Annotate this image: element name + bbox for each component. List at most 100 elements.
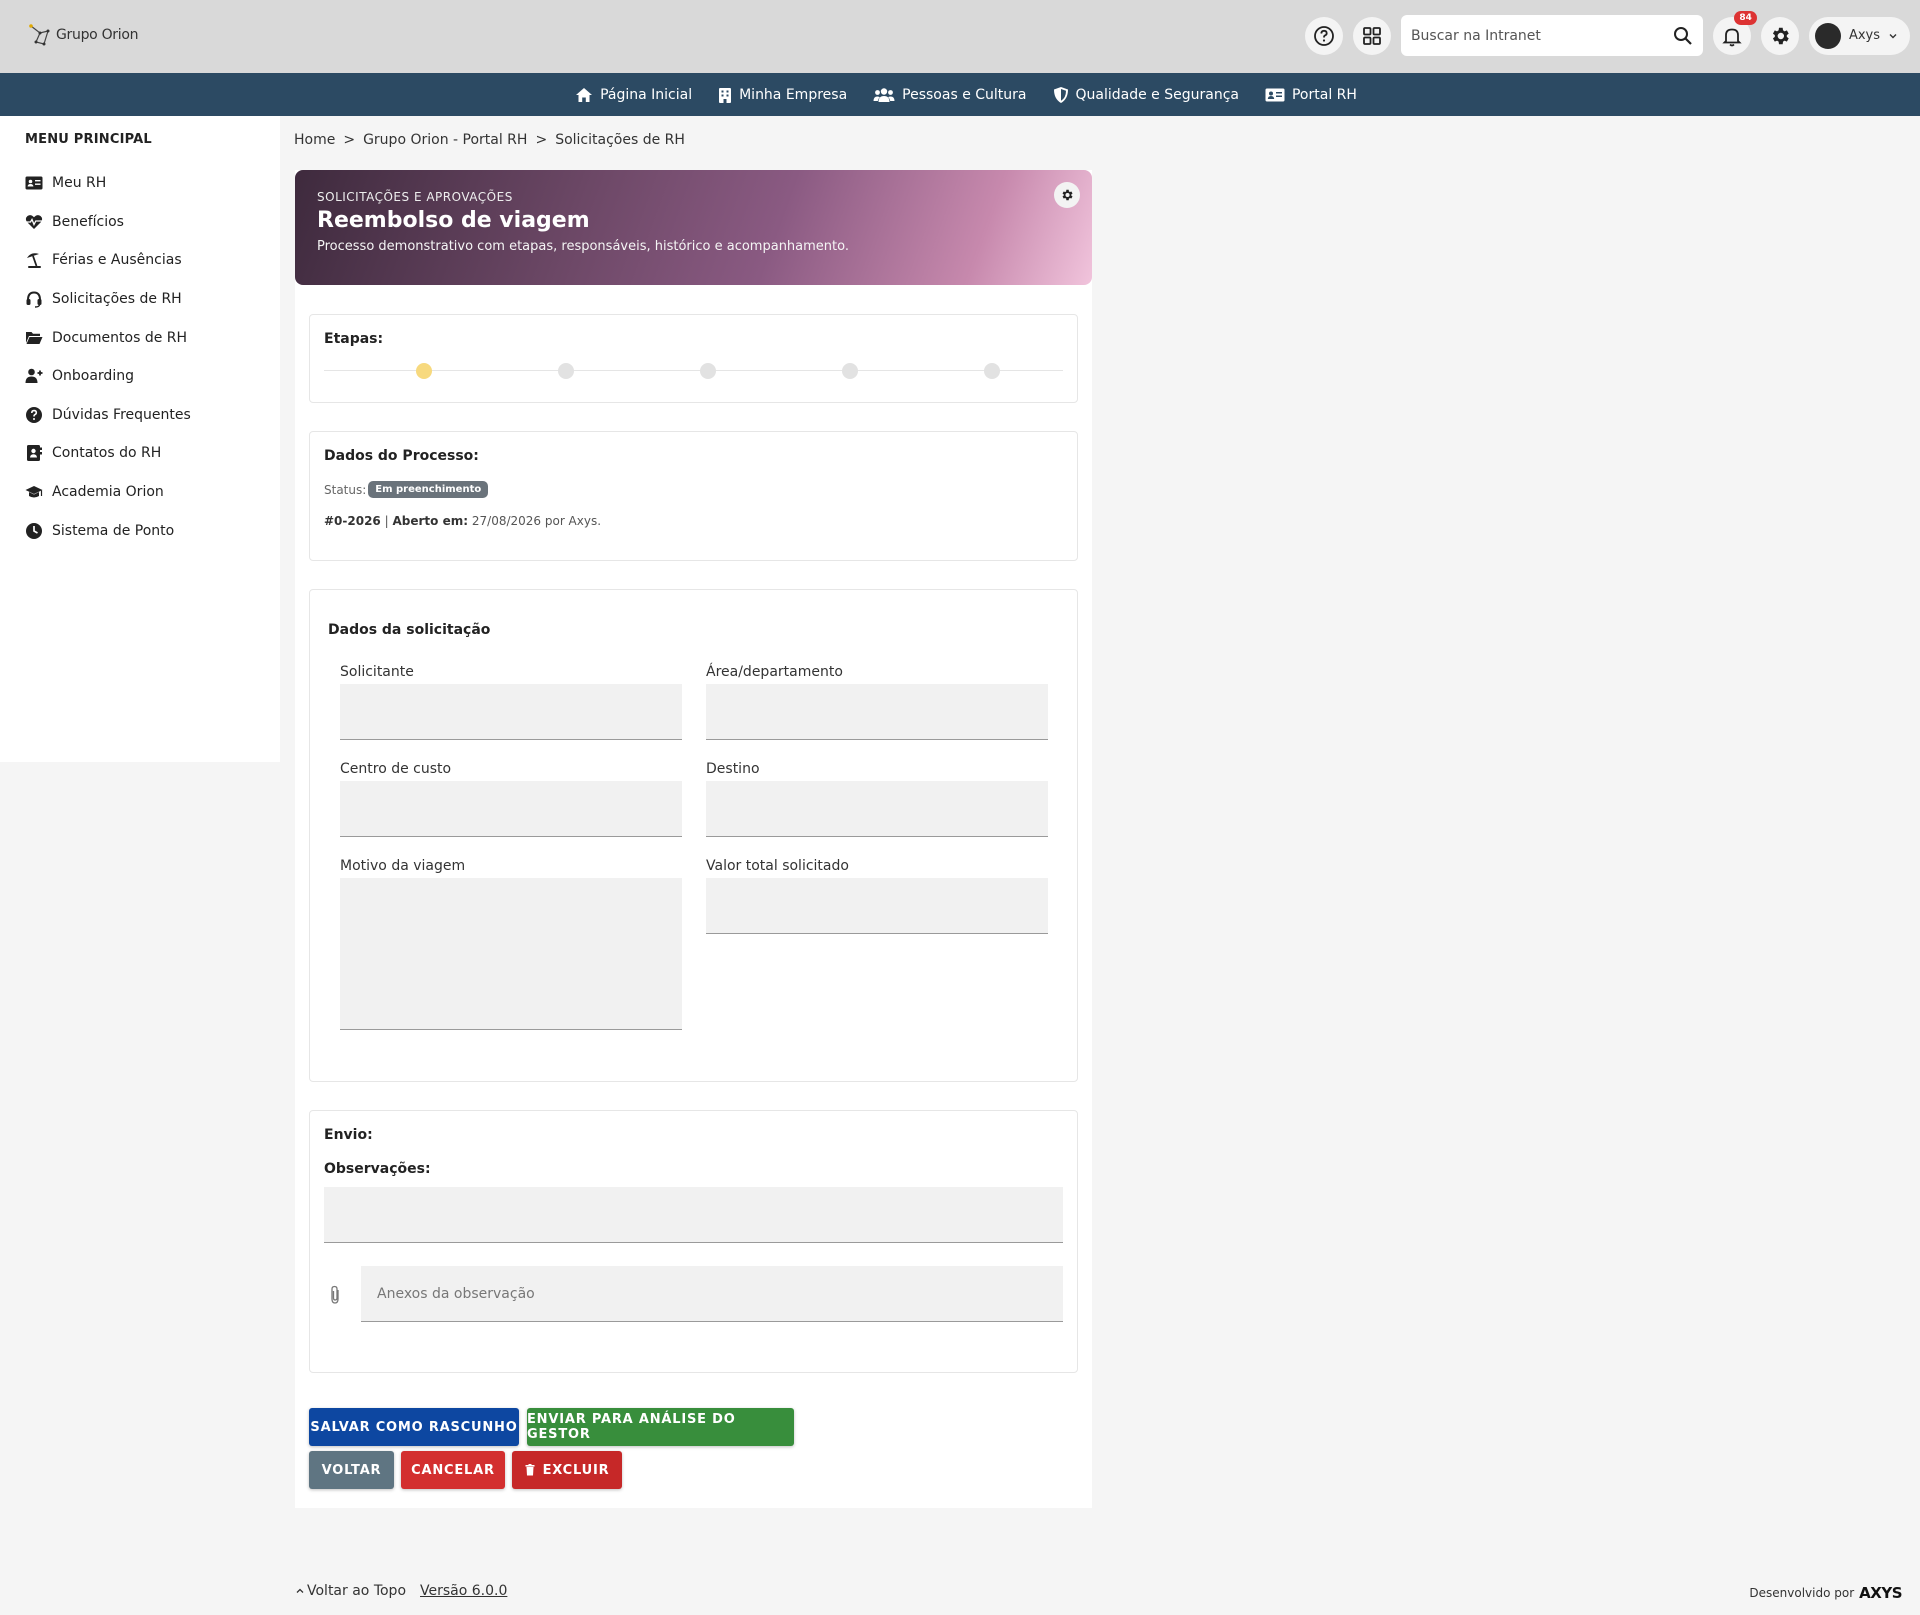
settings-button[interactable] [1760,16,1799,55]
process-id: #0-2026 [324,514,381,528]
search-input[interactable] [1410,27,1651,44]
solicitante-field[interactable] [340,684,682,740]
attachment-field[interactable]: Anexos da observação [361,1266,1063,1322]
status-label: Status: [324,482,367,497]
sidebar-item-contatos[interactable]: Contatos do RH [25,434,280,473]
developer-logo[interactable]: AXYS [1859,1584,1902,1602]
help-button[interactable] [1304,16,1343,55]
nav-item-home[interactable]: Página Inicial [575,87,692,103]
area-field[interactable] [706,684,1048,740]
sidebar-item-meu-rh[interactable]: Meu RH [25,164,280,203]
gear-icon [1062,189,1073,201]
sidebar-item-ferias[interactable]: Férias e Ausências [25,241,280,280]
nav-item-label: Pessoas e Cultura [902,86,1027,103]
submission-card: Envio: Observações: Anexos da observação [309,1110,1078,1373]
opened-label: Aberto em: [392,514,469,528]
sidebar-item-label: Onboarding [52,368,134,385]
breadcrumb-item-home[interactable]: Home [294,132,335,148]
footer: Voltar ao Topo Versão 6.0.0 [296,1583,507,1599]
sidebar-item-beneficios[interactable]: Benefícios [25,203,280,242]
save-draft-button[interactable]: SALVAR COMO RASCUNHO [309,1408,519,1446]
valor-label: Valor total solicitado [706,858,849,874]
chevron-down-icon [1889,33,1897,38]
breadcrumb-item-portal[interactable]: Grupo Orion - Portal RH [363,132,527,148]
paperclip-icon[interactable] [328,1285,342,1305]
breadcrumb-separator: > [535,132,548,148]
search-icon[interactable] [1673,26,1693,46]
sidebar-item-label: Solicitações de RH [52,291,182,308]
breadcrumb-item-current: Solicitações de RH [555,132,685,148]
hero-settings-button[interactable] [1054,182,1080,208]
sidebar-item-label: Meu RH [52,175,107,192]
sidebar-title: MENU PRINCIPAL [25,132,152,147]
meta-separator: | [384,514,389,528]
send-to-manager-button[interactable]: ENVIAR PARA ANÁLISE DO GESTOR [527,1408,794,1446]
nav-item-label: Minha Empresa [739,86,848,103]
sidebar-item-duvidas[interactable]: Dúvidas Frequentes [25,396,280,435]
apps-button[interactable] [1352,16,1391,55]
process-meta: #0-2026 | Aberto em: 27/08/2026 por Axys… [324,514,601,528]
process-data-title: Dados do Processo: [324,448,479,464]
observacoes-field[interactable] [324,1187,1063,1243]
logo-text: Grupo Orion [56,27,139,43]
cancel-button[interactable]: CANCELAR [401,1451,505,1489]
nav-item-company[interactable]: Minha Empresa [718,87,847,103]
solicitante-label: Solicitante [340,664,414,680]
observacoes-label: Observações: [324,1161,431,1177]
main-panel: SOLICITAÇÕES E APROVAÇÕES Reembolso de v… [295,170,1092,1508]
folder-open-icon [26,331,43,344]
nav-item-quality-safety[interactable]: Qualidade e Segurança [1053,86,1239,104]
destino-field[interactable] [706,781,1048,837]
home-icon [576,87,593,102]
status-badge: Em preenchimento [368,481,489,498]
sidebar-item-onboarding[interactable]: Onboarding [25,357,280,396]
company-logo[interactable]: Grupo Orion [28,22,138,48]
notification-count-badge: 84 [1734,10,1757,25]
delete-button[interactable]: EXCLUIR [512,1451,622,1489]
status-row: Status: Em preenchimento [324,481,489,498]
user-name: Axys [1848,28,1880,43]
page-title: Reembolso de viagem [317,208,590,233]
destino-label: Destino [706,761,760,777]
request-form-card: Dados da solicitação Solicitante Área/de… [309,589,1078,1082]
sidebar-item-label: Férias e Ausências [52,252,182,269]
clock-icon [26,522,42,539]
user-menu-button[interactable]: Axys [1808,16,1910,55]
id-card-icon [25,176,43,190]
sidebar-item-solicitacoes[interactable]: Solicitações de RH [25,280,280,319]
envio-title: Envio: [324,1127,373,1143]
sidebar-item-ponto[interactable]: Sistema de Ponto [25,511,280,550]
back-button[interactable]: VOLTAR [309,1451,394,1489]
attachment-placeholder: Anexos da observação [377,1285,535,1302]
sidebar-item-academia[interactable]: Academia Orion [25,473,280,512]
user-plus-icon [25,368,43,384]
help-circle-icon [1314,25,1334,46]
sidebar-item-label: Sistema de Ponto [52,522,175,539]
step-dot [842,363,858,379]
step-dot [984,363,1000,379]
motivo-textarea[interactable] [340,878,682,1030]
nav-item-label: Portal RH [1291,86,1357,103]
hero-kicker: SOLICITAÇÕES E APROVAÇÕES [317,190,513,204]
breadcrumb-separator: > [343,132,356,148]
trash-icon [525,1464,535,1476]
version-link[interactable]: Versão 6.0.0 [420,1583,507,1599]
bell-icon [1722,28,1742,46]
nav-item-people-culture[interactable]: Pessoas e Cultura [873,86,1027,103]
id-card-icon [1265,88,1285,101]
valor-field[interactable] [706,878,1048,934]
sidebar-item-documentos[interactable]: Documentos de RH [25,318,280,357]
nav-item-portal-rh[interactable]: Portal RH [1265,87,1357,103]
back-to-top-link[interactable]: Voltar ao Topo [296,1583,406,1599]
process-hero-banner: SOLICITAÇÕES E APROVAÇÕES Reembolso de v… [295,170,1092,285]
notifications-button[interactable]: 84 [1712,10,1757,55]
apps-grid-icon [1363,26,1381,45]
centro-custo-field[interactable] [340,781,682,837]
sidebar-item-label: Contatos do RH [52,445,162,462]
process-data-card: Dados do Processo: Status: Em preenchime… [309,431,1078,561]
nav-item-label: Qualidade e Segurança [1075,86,1239,103]
breadcrumb: Home > Grupo Orion - Portal RH > Solicit… [294,132,685,148]
avatar [1814,22,1841,49]
contact-book-icon [27,445,42,462]
step-dot [700,363,716,379]
